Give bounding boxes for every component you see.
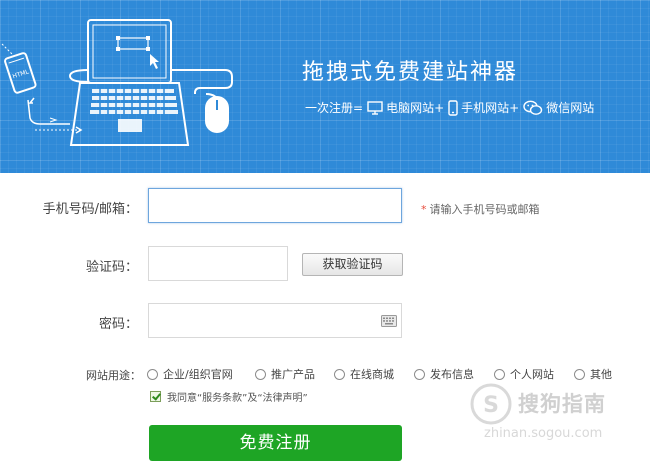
- account-input[interactable]: [148, 188, 402, 223]
- banner-subtitle: 一次注册= 电脑网站+ 手机网站+ 微信网站: [305, 98, 594, 118]
- register-button[interactable]: 免费注册: [149, 425, 402, 461]
- usage-label: 网站用途：: [86, 369, 141, 382]
- usage-option-personal[interactable]: 个人网站: [494, 366, 554, 382]
- required-star: *: [421, 203, 427, 216]
- banner-item-mobile: 手机网站+: [461, 101, 520, 115]
- phone-icon: [448, 100, 458, 116]
- agree-text: 我同意“服务条款”及“法律声明”: [167, 393, 308, 404]
- usage-option-info[interactable]: 发布信息: [414, 366, 474, 382]
- agree-checkbox[interactable]: [150, 391, 161, 402]
- usage-option-label: 个人网站: [510, 368, 554, 381]
- keyboard-icon[interactable]: [381, 315, 397, 327]
- get-code-button[interactable]: 获取验证码: [302, 253, 403, 276]
- banner-item-pc: 电脑网站+: [386, 101, 445, 115]
- usage-option-shop[interactable]: 在线商城: [334, 366, 394, 382]
- phone-screen-text: HTML: [12, 68, 31, 80]
- agree-terms[interactable]: 我同意“服务条款”及“法律声明”: [150, 389, 308, 404]
- radio-button[interactable]: [494, 368, 505, 380]
- radio-button[interactable]: [255, 368, 266, 380]
- banner-title: 拖拽式免费建站神器: [302, 60, 519, 85]
- banner-subtitle-prefix: 一次注册=: [305, 101, 364, 115]
- radio-button[interactable]: [334, 368, 345, 380]
- monitor-icon: [367, 101, 383, 115]
- usage-option-promotion[interactable]: 推广产品: [255, 366, 315, 382]
- password-input[interactable]: [148, 303, 402, 338]
- usage-option-label: 发布信息: [430, 368, 474, 381]
- code-input[interactable]: [148, 246, 288, 281]
- watermark-url: zhinan.sogou.com: [484, 426, 603, 441]
- password-label: 密码：: [98, 317, 138, 332]
- usage-option-label: 在线商城: [350, 368, 394, 381]
- sogou-logo-icon: S: [470, 383, 512, 425]
- radio-button[interactable]: [147, 368, 158, 380]
- usage-option-other[interactable]: 其他: [574, 366, 612, 382]
- svg-text:S: S: [483, 393, 499, 418]
- account-label: 手机号码/邮箱：: [42, 202, 138, 217]
- wechat-icon: [523, 100, 543, 116]
- watermark-text: 搜狗指南: [518, 392, 606, 416]
- hero-banner: HTML 拖拽式免费建站神器 一次注册= 电脑网站+ 手机网站+ 微信网站: [0, 0, 650, 173]
- usage-option-label: 企业/组织官网: [163, 368, 233, 381]
- radio-button[interactable]: [414, 368, 425, 380]
- banner-item-wechat: 微信网站: [546, 101, 595, 115]
- account-hint-text: 请输入手机号码或邮箱: [429, 203, 540, 216]
- radio-button[interactable]: [574, 368, 585, 380]
- laptop-illustration: HTML: [1, 19, 233, 146]
- usage-option-label: 其他: [590, 368, 612, 381]
- code-label: 验证码：: [85, 260, 138, 275]
- phone-graphic: HTML: [4, 52, 37, 94]
- usage-option-enterprise[interactable]: 企业/组织官网: [147, 366, 233, 382]
- usage-option-label: 推广产品: [271, 368, 315, 381]
- account-hint: * 请输入手机号码或邮箱: [421, 201, 540, 217]
